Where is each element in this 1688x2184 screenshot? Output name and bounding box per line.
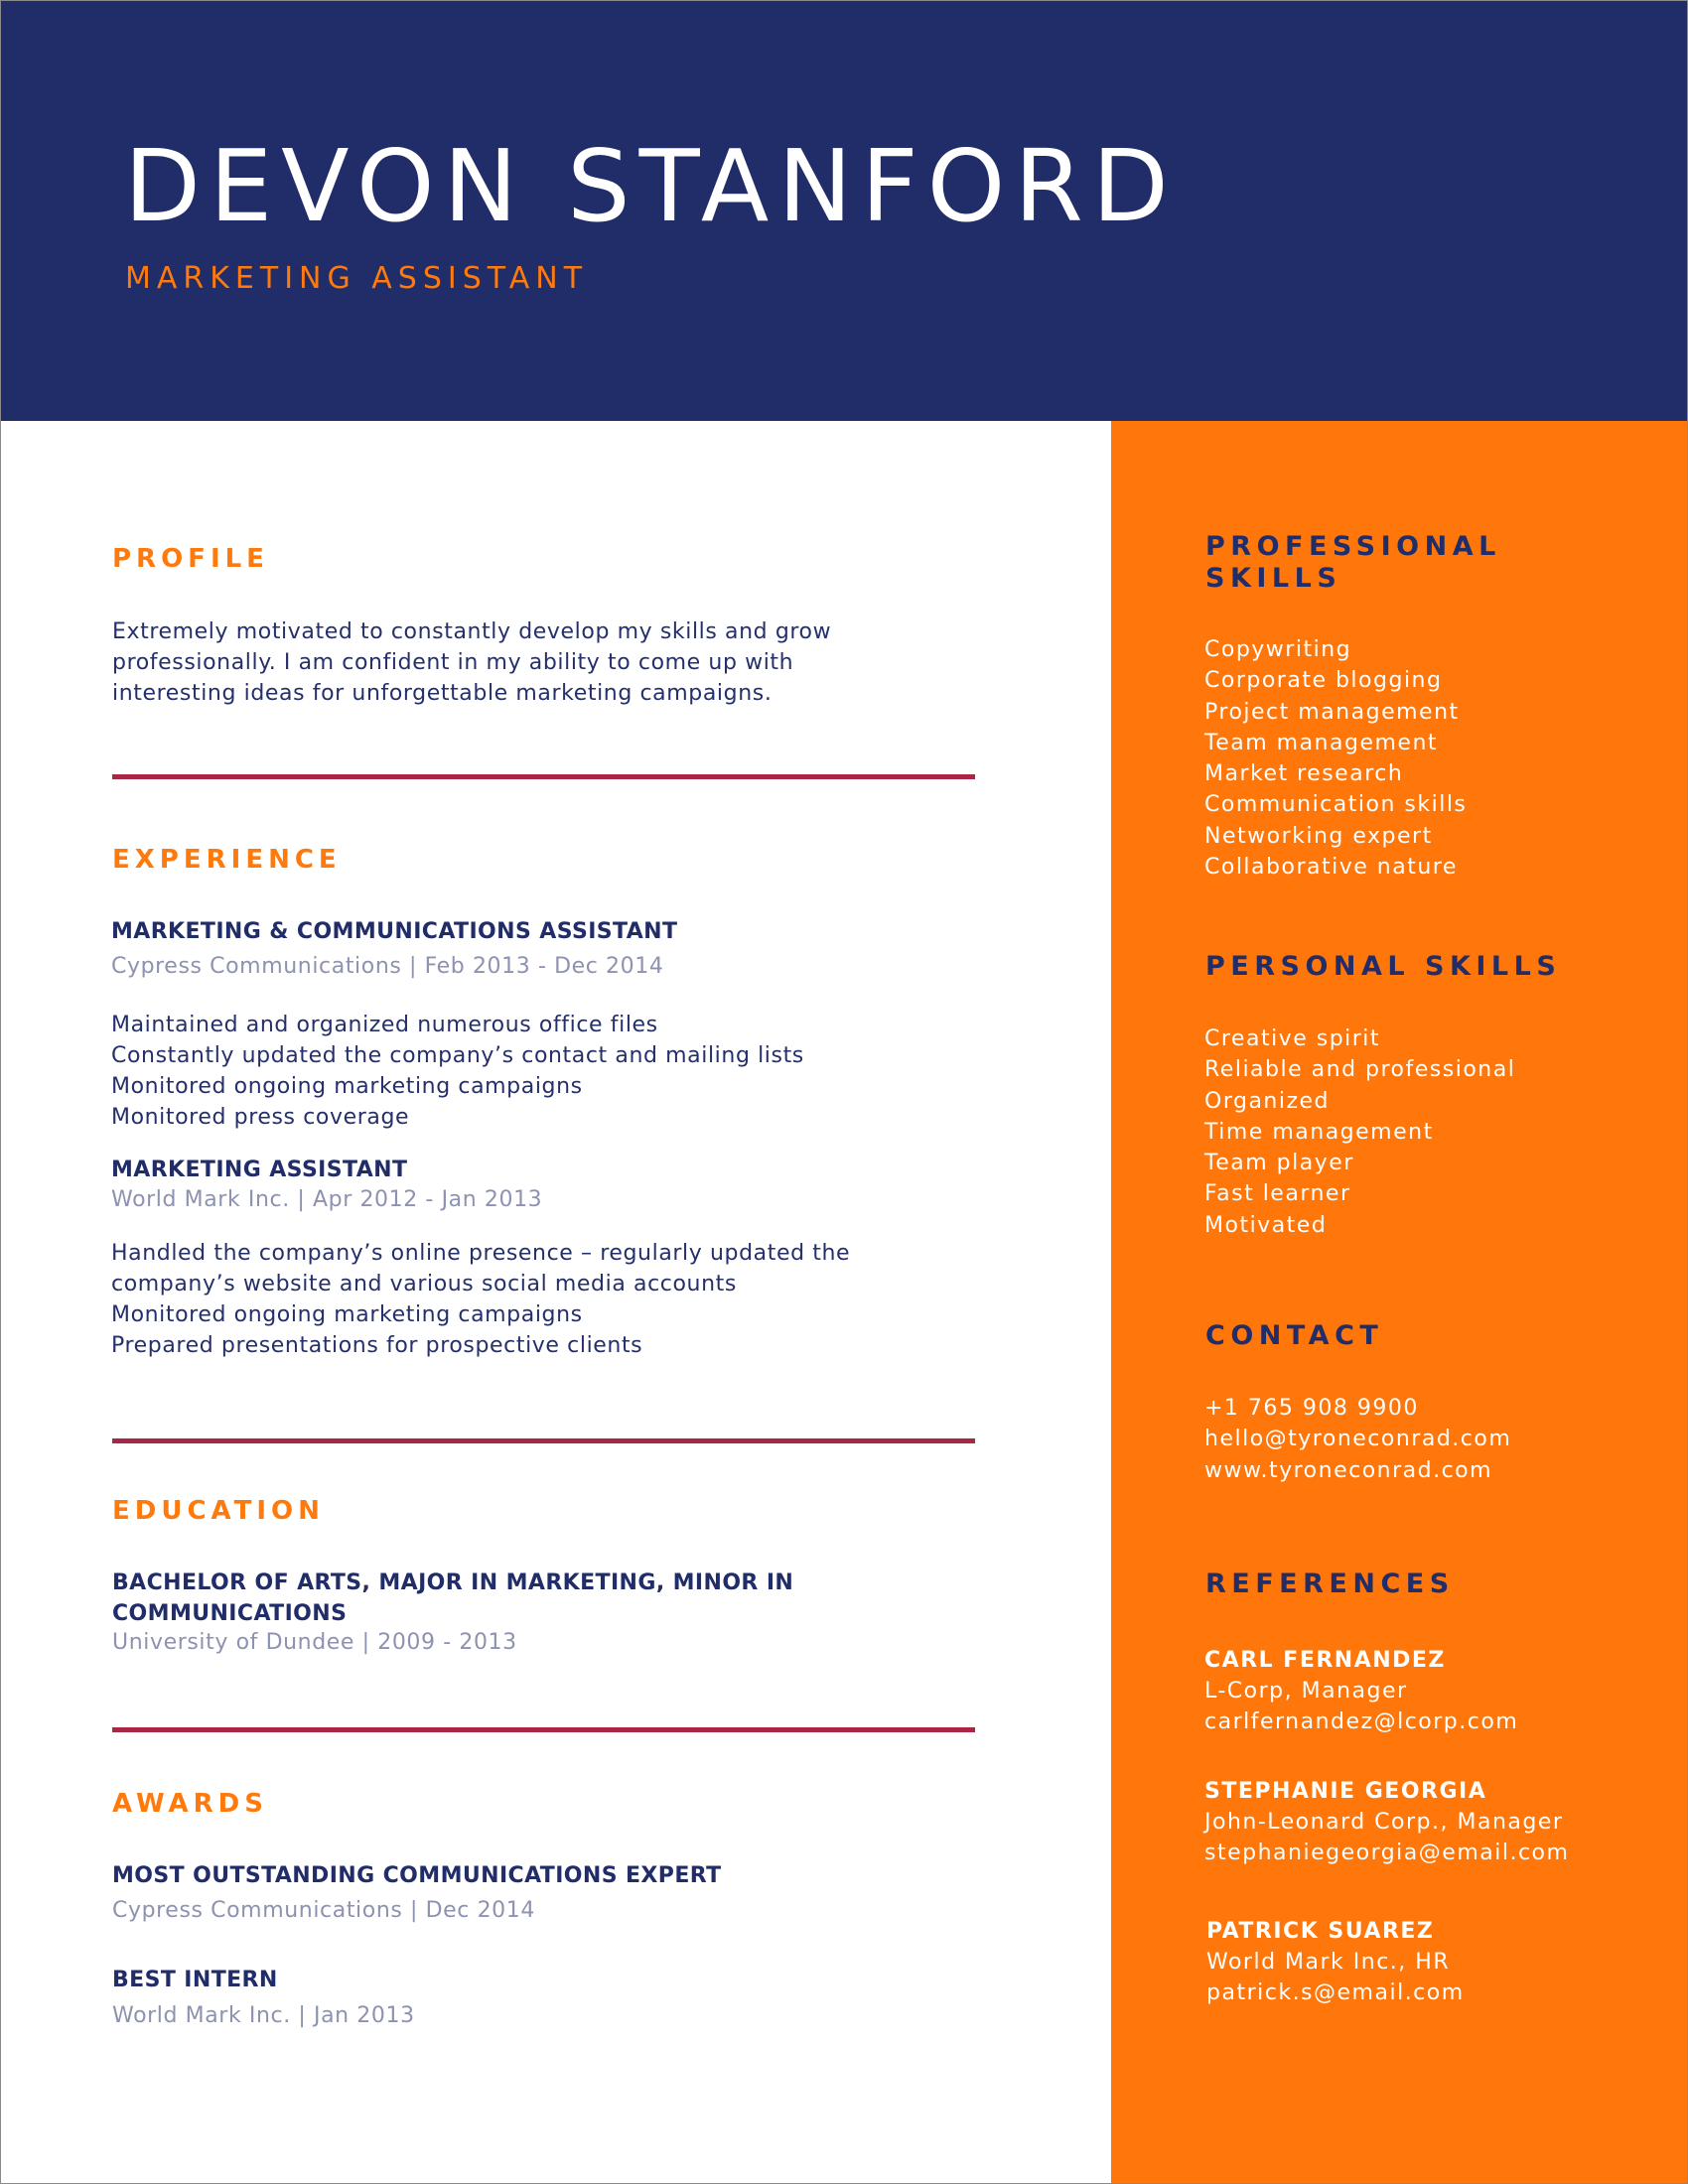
contact-heading: CONTACT [1205,1320,1384,1351]
reference-position: World Mark Inc., HR [1206,1950,1451,1975]
reference-name: CARL FERNANDEZ [1204,1648,1446,1673]
job-title: MARKETING ASSISTANT [111,1158,408,1182]
skill-item: Time management [1204,1119,1434,1145]
skill-item: Team player [1204,1151,1354,1176]
header-banner: DEVON STANFORD MARKETING ASSISTANT [1,1,1687,421]
job-bullet: Monitored press coverage [111,1105,410,1130]
skill-item: Reliable and professional [1204,1057,1516,1083]
job-title: MARKETING & COMMUNICATIONS ASSISTANT [111,919,678,944]
reference-position: L-Corp, Manager [1204,1679,1408,1704]
reference-email[interactable]: patrick.s@email.com [1206,1978,1465,2008]
personal-skills-list: Creative spirit Reliable and professiona… [1204,1024,1515,1241]
skill-item: Market research [1204,761,1404,787]
degree-line: COMMUNICATIONS [112,1601,348,1626]
job-bullet: Monitored ongoing marketing campaigns [111,1074,583,1099]
section-divider [112,1438,975,1443]
professional-skills-list: Copywriting Corporate blogging Project m… [1204,634,1467,883]
contact-block: +1 765 908 9900 hello@tyroneconrad.com w… [1204,1393,1511,1486]
skill-item: Project management [1204,699,1460,725]
reference-entry: CARL FERNANDEZ L-Corp, Manager carlferna… [1204,1645,1518,1738]
section-divider [112,774,975,779]
reference-name: PATRICK SUAREZ [1206,1919,1435,1944]
skill-item: Networking expert [1204,823,1433,849]
contact-email[interactable]: hello@tyroneconrad.com [1204,1424,1511,1454]
reference-position: John-Leonard Corp., Manager [1204,1810,1564,1835]
award-title: BEST INTERN [112,1968,278,1992]
reference-email[interactable]: carlfernandez@lcorp.com [1204,1706,1518,1737]
personal-skills-heading: PERSONAL SKILLS [1205,951,1562,982]
job-bullets: Maintained and organized numerous office… [111,1010,804,1133]
professional-skills-heading: PROFESSIONAL SKILLS [1205,531,1501,595]
job-meta: Cypress Communications | Feb 2013 - Dec … [111,954,664,979]
candidate-role: MARKETING ASSISTANT [125,261,589,296]
job-bullet: company’s website and various social med… [111,1272,737,1297]
award-meta: Cypress Communications | Dec 2014 [112,1898,535,1923]
heading-line: PROFESSIONAL [1205,531,1501,562]
heading-line: SKILLS [1205,563,1342,594]
profile-line: interesting ideas for unforgettable mark… [112,681,773,706]
profile-text: Extremely motivated to constantly develo… [112,616,831,709]
award-title: MOST OUTSTANDING COMMUNICATIONS EXPERT [112,1863,722,1888]
job-meta: World Mark Inc. | Apr 2012 - Jan 2013 [111,1187,543,1212]
reference-entry: STEPHANIE GEORGIA John-Leonard Corp., Ma… [1204,1776,1569,1869]
skill-item: Corporate blogging [1204,668,1443,694]
skill-item: Organized [1204,1088,1331,1114]
skill-item: Team management [1204,730,1439,755]
education-meta: University of Dundee | 2009 - 2013 [112,1630,517,1655]
reference-email[interactable]: stephaniegeorgia@email.com [1204,1838,1569,1868]
contact-website[interactable]: www.tyroneconrad.com [1204,1455,1511,1486]
job-bullet: Maintained and organized numerous office… [111,1013,658,1037]
job-bullets: Handled the company’s online presence – … [111,1238,850,1361]
awards-heading: AWARDS [112,1789,268,1819]
contact-phone[interactable]: +1 765 908 9900 [1204,1393,1511,1424]
skill-item: Communication skills [1204,792,1468,818]
award-meta: World Mark Inc. | Jan 2013 [112,2003,415,2028]
job-bullet: Constantly updated the company’s contact… [111,1043,804,1068]
skill-item: Motivated [1204,1212,1328,1238]
skill-item: Fast learner [1204,1181,1351,1207]
reference-entry: PATRICK SUAREZ World Mark Inc., HR patri… [1206,1916,1465,2009]
degree-line: BACHELOR OF ARTS, MAJOR IN MARKETING, MI… [112,1570,794,1595]
resume-page: DEVON STANFORD MARKETING ASSISTANT PROFI… [0,0,1688,2184]
job-bullet: Monitored ongoing marketing campaigns [111,1302,583,1327]
experience-heading: EXPERIENCE [112,845,342,875]
reference-name: STEPHANIE GEORGIA [1204,1779,1487,1804]
education-heading: EDUCATION [112,1496,325,1526]
skill-item: Creative spirit [1204,1026,1381,1051]
job-bullet: Prepared presentations for prospective c… [111,1333,643,1358]
job-bullet: Handled the company’s online presence – … [111,1241,851,1266]
profile-line: professionally. I am confident in my abi… [112,650,794,675]
section-divider [112,1727,975,1732]
skill-item: Collaborative nature [1204,855,1458,881]
profile-line: Extremely motivated to constantly develo… [112,619,832,644]
degree-title: BACHELOR OF ARTS, MAJOR IN MARKETING, MI… [112,1568,793,1629]
candidate-name: DEVON STANFORD [124,128,1178,244]
profile-heading: PROFILE [112,544,269,574]
skill-item: Copywriting [1204,637,1352,662]
references-heading: REFERENCES [1205,1569,1455,1599]
